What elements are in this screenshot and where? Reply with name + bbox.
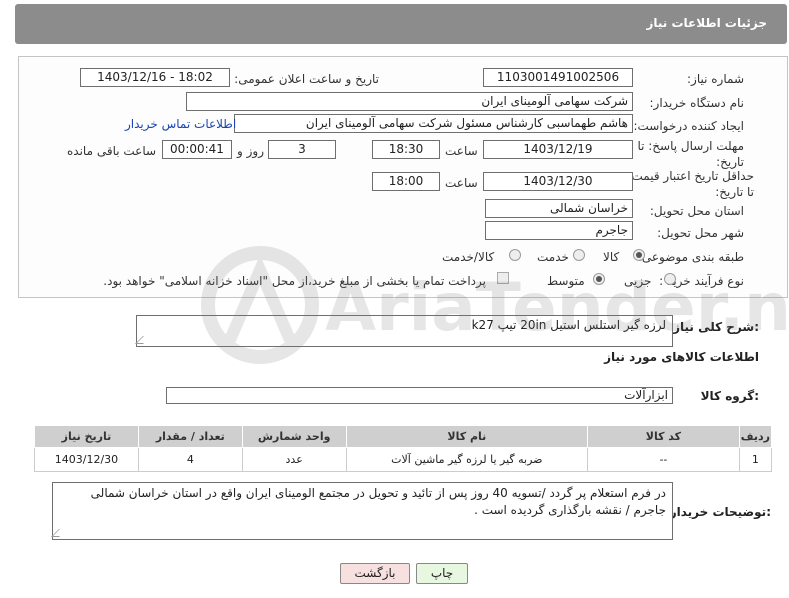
province-label: استان محل تحویل: xyxy=(649,204,744,218)
category-radio-goods[interactable] xyxy=(633,249,645,261)
category-radio-goods-service[interactable] xyxy=(509,249,521,261)
validity-date-field[interactable]: 1403/12/30 xyxy=(483,172,633,191)
process-radio-minor[interactable] xyxy=(664,273,676,285)
validity-label: حداقل تاریخ اعتبار قیمت: تا تاریخ: xyxy=(627,169,754,199)
announce-label: تاریخ و ساعت اعلان عمومی: xyxy=(234,72,379,86)
remaining-time-field[interactable]: 00:00:41 xyxy=(162,140,232,159)
need-number-label: شماره نیاز: xyxy=(687,72,744,86)
creator-field[interactable]: هاشم طهماسبی کارشناس مسئول شرکت سهامی آل… xyxy=(234,114,633,133)
announce-field[interactable]: 1403/12/16 - 18:02 xyxy=(80,68,230,87)
back-button[interactable]: بازگشت xyxy=(340,563,410,584)
col-unit: واحد شمارش xyxy=(241,425,347,448)
process-option-minor: جزیی xyxy=(624,274,652,288)
col-row-number: ردیف xyxy=(738,425,773,448)
creator-label: ایجاد کننده درخواست: xyxy=(633,119,744,133)
city-label: شهر محل تحویل: xyxy=(657,226,744,240)
cell-item-name: ضربه گیر یا لرزه گیر ماشین آلات xyxy=(345,447,589,472)
buyer-org-field[interactable]: شرکت سهامی آلومینای ایران xyxy=(186,92,633,111)
goods-table: تاریخ نیاز تعداد / مقدار واحد شمارش نام … xyxy=(34,425,773,472)
need-number-field[interactable]: 1103001491002506 xyxy=(483,68,633,87)
treasury-payment-note: پرداخت تمام یا بخشی از مبلغ خرید،از محل … xyxy=(103,274,486,288)
buyer-org-label: نام دستگاه خریدار: xyxy=(649,96,745,110)
process-radio-medium[interactable] xyxy=(593,273,605,285)
city-field[interactable]: جاجرم xyxy=(485,221,633,240)
province-field[interactable]: خراسان شمالی xyxy=(485,199,633,218)
category-option-service: خدمت xyxy=(537,250,569,264)
process-option-medium: متوسط xyxy=(547,274,585,288)
col-item-code: کد کالا xyxy=(587,425,740,448)
summary-label: شرح کلی نیاز: xyxy=(673,320,759,334)
col-need-date: تاریخ نیاز xyxy=(34,425,139,448)
goods-table-header: تاریخ نیاز تعداد / مقدار واحد شمارش نام … xyxy=(34,425,773,448)
deadline-date-field[interactable]: 1403/12/19 xyxy=(483,140,633,159)
category-option-goods: کالا xyxy=(603,250,620,264)
cell-need-date: 1403/12/30 xyxy=(34,447,139,472)
treasury-payment-checkbox[interactable] xyxy=(497,272,509,284)
summary-text: لرزه گیر استلس استیل 20in تیپ k27 xyxy=(471,318,666,332)
buyer-contact-link[interactable]: اطلاعات تماس خریدار xyxy=(125,117,236,131)
goods-section-title: اطلاعات کالاهای مورد نیاز xyxy=(604,350,759,364)
table-row[interactable]: 1403/12/30 4 عدد ضربه گیر یا لرزه گیر ما… xyxy=(34,447,773,472)
cell-row-number: 1 xyxy=(738,447,773,472)
cell-item-code: -- xyxy=(587,447,740,472)
cell-quantity: 4 xyxy=(137,447,243,472)
remaining-label: ساعت باقی مانده xyxy=(67,144,157,158)
buyer-notes-textarea[interactable]: در فرم استعلام پر گردد /تسویه 40 روز پس … xyxy=(51,482,673,540)
buyer-notes-text: در فرم استعلام پر گردد /تسویه 40 روز پس … xyxy=(90,486,666,517)
resize-grip-icon[interactable] xyxy=(51,529,67,537)
goods-group-field[interactable]: ابزارآلات xyxy=(166,387,673,404)
resize-grip-icon[interactable] xyxy=(135,336,151,344)
validity-time-field[interactable]: 18:00 xyxy=(372,172,440,191)
print-button[interactable]: چاپ xyxy=(416,563,468,584)
col-quantity: تعداد / مقدار xyxy=(137,425,243,448)
page-header: جزئیات اطلاعات نیاز xyxy=(15,4,787,44)
days-label: روز و xyxy=(237,144,264,158)
col-item-name: نام کالا xyxy=(345,425,589,448)
days-field[interactable]: 3 xyxy=(268,140,336,159)
category-option-goods-service: کالا/خدمت xyxy=(442,250,495,264)
goods-group-label: گروه کالا: xyxy=(700,389,759,403)
category-radio-service[interactable] xyxy=(573,249,585,261)
buyer-notes-label: توضیحات خریدار: xyxy=(669,505,771,519)
deadline-label: مهلت ارسال پاسخ: تا تاریخ: xyxy=(637,139,744,169)
validity-time-label: ساعت xyxy=(445,176,478,190)
page-title: جزئیات اطلاعات نیاز xyxy=(646,16,767,30)
summary-textarea[interactable]: لرزه گیر استلس استیل 20in تیپ k27 xyxy=(135,315,673,347)
deadline-time-label: ساعت xyxy=(445,144,478,158)
category-label: طبقه بندی موضوعی: xyxy=(637,250,744,264)
cell-unit: عدد xyxy=(241,447,347,472)
deadline-time-field[interactable]: 18:30 xyxy=(372,140,440,159)
